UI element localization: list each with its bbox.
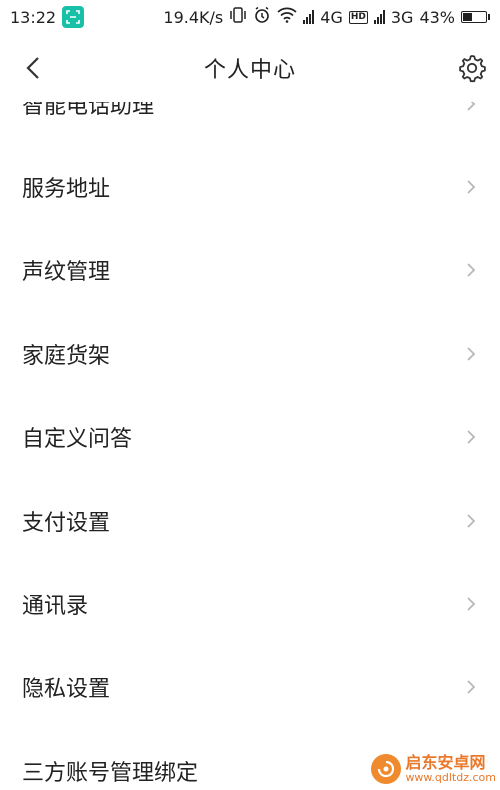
watermark: 启东安卓网 www.qdltdz.com xyxy=(371,754,496,784)
chevron-right-icon xyxy=(464,102,478,113)
watermark-logo-icon xyxy=(371,754,402,784)
battery-percent: 43% xyxy=(419,7,455,27)
menu-item[interactable]: 支付设置 xyxy=(0,479,500,562)
battery-icon xyxy=(461,11,490,23)
battery-fill xyxy=(463,13,473,21)
menu-item-label: 通讯录 xyxy=(22,594,89,620)
settings-button[interactable] xyxy=(456,52,488,84)
menu-item-label: 自定义问答 xyxy=(22,427,133,453)
net-speed: 19.4K/s xyxy=(163,7,224,27)
page-title: 个人中心 xyxy=(203,58,296,83)
menu-item[interactable]: 自定义问答 xyxy=(0,396,500,479)
header: 个人中心 xyxy=(0,34,500,102)
scan-icon xyxy=(62,6,85,28)
alarm-icon xyxy=(253,6,271,28)
network-type-2: 3G xyxy=(390,7,414,27)
watermark-url: www.qdltdz.com xyxy=(405,771,496,784)
back-button[interactable] xyxy=(20,54,46,82)
gear-icon xyxy=(459,55,486,83)
menu-item[interactable]: 家庭货架 xyxy=(0,312,500,395)
menu-item-label: 服务地址 xyxy=(22,177,111,203)
chevron-right-icon xyxy=(464,345,478,363)
chevron-right-icon xyxy=(464,678,478,696)
wifi-icon xyxy=(277,7,297,27)
chevron-right-icon xyxy=(464,178,478,196)
status-left: 13:22 xyxy=(10,6,85,28)
menu-list: 智能电话助理服务地址声纹管理家庭货架自定义问答支付设置通讯录隐私设置三方账号管理… xyxy=(0,102,500,790)
chevron-right-icon xyxy=(464,595,478,613)
menu-item-label: 三方账号管理绑定 xyxy=(22,760,199,786)
menu-item[interactable]: 智能电话助理 xyxy=(0,102,500,145)
menu-item[interactable]: 服务地址 xyxy=(0,145,500,228)
status-right: 19.4K/s 4G HD 3G 43% xyxy=(163,6,490,28)
chevron-left-icon xyxy=(26,57,39,79)
chevron-right-icon xyxy=(464,428,478,446)
menu-item-label: 家庭货架 xyxy=(22,343,111,369)
menu-item[interactable]: 隐私设置 xyxy=(0,646,500,729)
menu-item[interactable]: 通讯录 xyxy=(0,562,500,645)
menu-item-label: 声纹管理 xyxy=(22,260,111,286)
chevron-right-icon xyxy=(464,512,478,530)
status-time: 13:22 xyxy=(10,7,57,27)
menu-item-label: 智能电话助理 xyxy=(22,102,155,119)
menu-item[interactable]: 声纹管理 xyxy=(0,229,500,312)
hd-icon: HD xyxy=(348,10,368,24)
menu-item-label: 支付设置 xyxy=(22,510,111,536)
menu-item-label: 隐私设置 xyxy=(22,677,111,703)
status-bar: 13:22 19.4K/s 4G HD 3G 43% xyxy=(0,0,500,34)
signal-icon-2 xyxy=(373,10,385,24)
signal-icon xyxy=(303,10,315,24)
watermark-name: 启东安卓网 xyxy=(405,753,486,772)
network-type-1: 4G xyxy=(320,7,343,27)
chevron-right-icon xyxy=(464,261,478,279)
menu-list-inner: 智能电话助理服务地址声纹管理家庭货架自定义问答支付设置通讯录隐私设置三方账号管理… xyxy=(0,102,500,790)
vibrate-icon xyxy=(229,7,247,27)
